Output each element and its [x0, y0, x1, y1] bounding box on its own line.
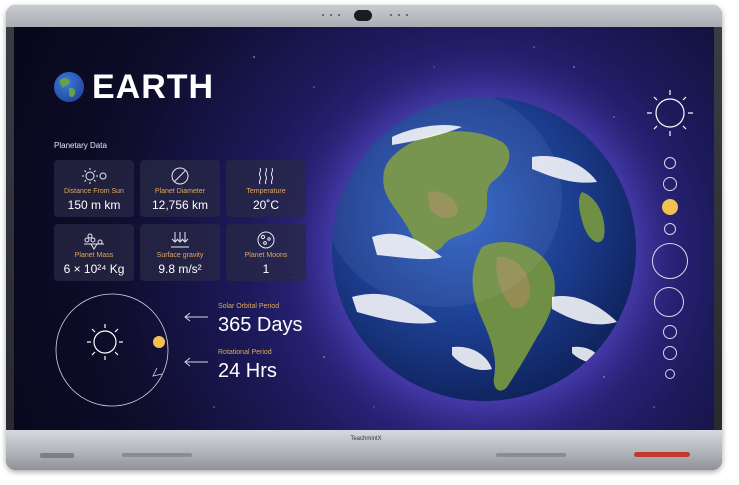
card-label: Distance From Sun [64, 188, 124, 195]
speaker-grille [496, 453, 566, 457]
data-card-temperature[interactable]: Temperature 20˚C [226, 160, 306, 217]
sensor-dot [390, 14, 392, 16]
data-card-moons[interactable]: Planet Moons 1 [226, 224, 306, 281]
bottom-bezel: TeachmintX [6, 430, 722, 470]
rotational-period-label: Rotational Period [218, 349, 272, 356]
earth-icon [54, 72, 84, 102]
planet-nav [640, 87, 700, 387]
card-value: 1 [262, 262, 270, 276]
planet-mercury-button[interactable] [664, 157, 676, 169]
card-value: 150 m km [67, 198, 121, 212]
sensor-dot [398, 14, 400, 16]
arrow-left-icon [184, 312, 208, 322]
card-label: Planet Moons [244, 252, 288, 259]
planet-neptune-button[interactable] [663, 346, 677, 360]
card-value: 9.8 m/s² [158, 262, 202, 276]
planet-saturn-button[interactable] [654, 287, 684, 317]
scale-icon [84, 233, 104, 250]
sensor-dot [338, 14, 340, 16]
arrow-left-icon [184, 357, 208, 367]
orbital-period-value: 365 Days [218, 314, 303, 336]
card-label: Temperature [246, 188, 286, 195]
interactive-display: EARTH Planetary Data Distance From Sun 1… [6, 5, 722, 470]
planet-venus-button[interactable] [663, 177, 677, 191]
data-card-distance[interactable]: Distance From Sun 150 m km [54, 160, 134, 217]
sun-nav-icon[interactable] [644, 87, 696, 139]
card-label: Planet Diameter [154, 188, 206, 195]
card-value: 6 × 10²⁴ Kg [63, 262, 125, 276]
orbit-diagram [55, 293, 169, 407]
earth-orbit-marker [153, 336, 165, 348]
card-label: Surface gravity [156, 252, 204, 259]
camera [354, 10, 372, 21]
planet-uranus-button[interactable] [663, 325, 677, 339]
sun-planet-icon [82, 168, 107, 184]
power-indicator[interactable] [634, 452, 690, 457]
top-bezel [6, 5, 722, 27]
data-card-mass[interactable]: Planet Mass 6 × 10²⁴ Kg [54, 224, 134, 281]
diameter-icon [171, 167, 189, 185]
section-heading: Planetary Data [54, 141, 107, 150]
gravity-arrows-icon [171, 232, 189, 248]
orbital-period-label: Solar Orbital Period [218, 303, 280, 310]
planet-jupiter-button[interactable] [652, 243, 688, 279]
moon-icon [257, 231, 275, 249]
sensor-dot [330, 14, 332, 16]
brand-logo: TeachmintX [350, 436, 382, 442]
sensor-dot [406, 14, 408, 16]
data-card-diameter[interactable]: Planet Diameter 12,756 km [140, 160, 220, 217]
port-panel [40, 453, 74, 458]
earth-globe [332, 97, 636, 401]
planet-earth-button[interactable] [662, 199, 678, 215]
screen: EARTH Planetary Data Distance From Sun 1… [14, 27, 714, 430]
data-card-gravity[interactable]: Surface gravity 9.8 m/s² [140, 224, 220, 281]
title: EARTH [54, 67, 214, 107]
card-value: 20˚C [252, 198, 279, 212]
card-value: 12,756 km [151, 198, 209, 212]
speaker-grille [122, 453, 192, 457]
heat-waves-icon [258, 167, 274, 185]
rotational-period-value: 24 Hrs [218, 360, 277, 382]
card-label: Planet Mass [74, 252, 114, 259]
sensor-dot [322, 14, 324, 16]
planet-mars-button[interactable] [664, 223, 676, 235]
page-title: EARTH [92, 67, 215, 106]
planet-pluto-button[interactable] [665, 369, 675, 379]
